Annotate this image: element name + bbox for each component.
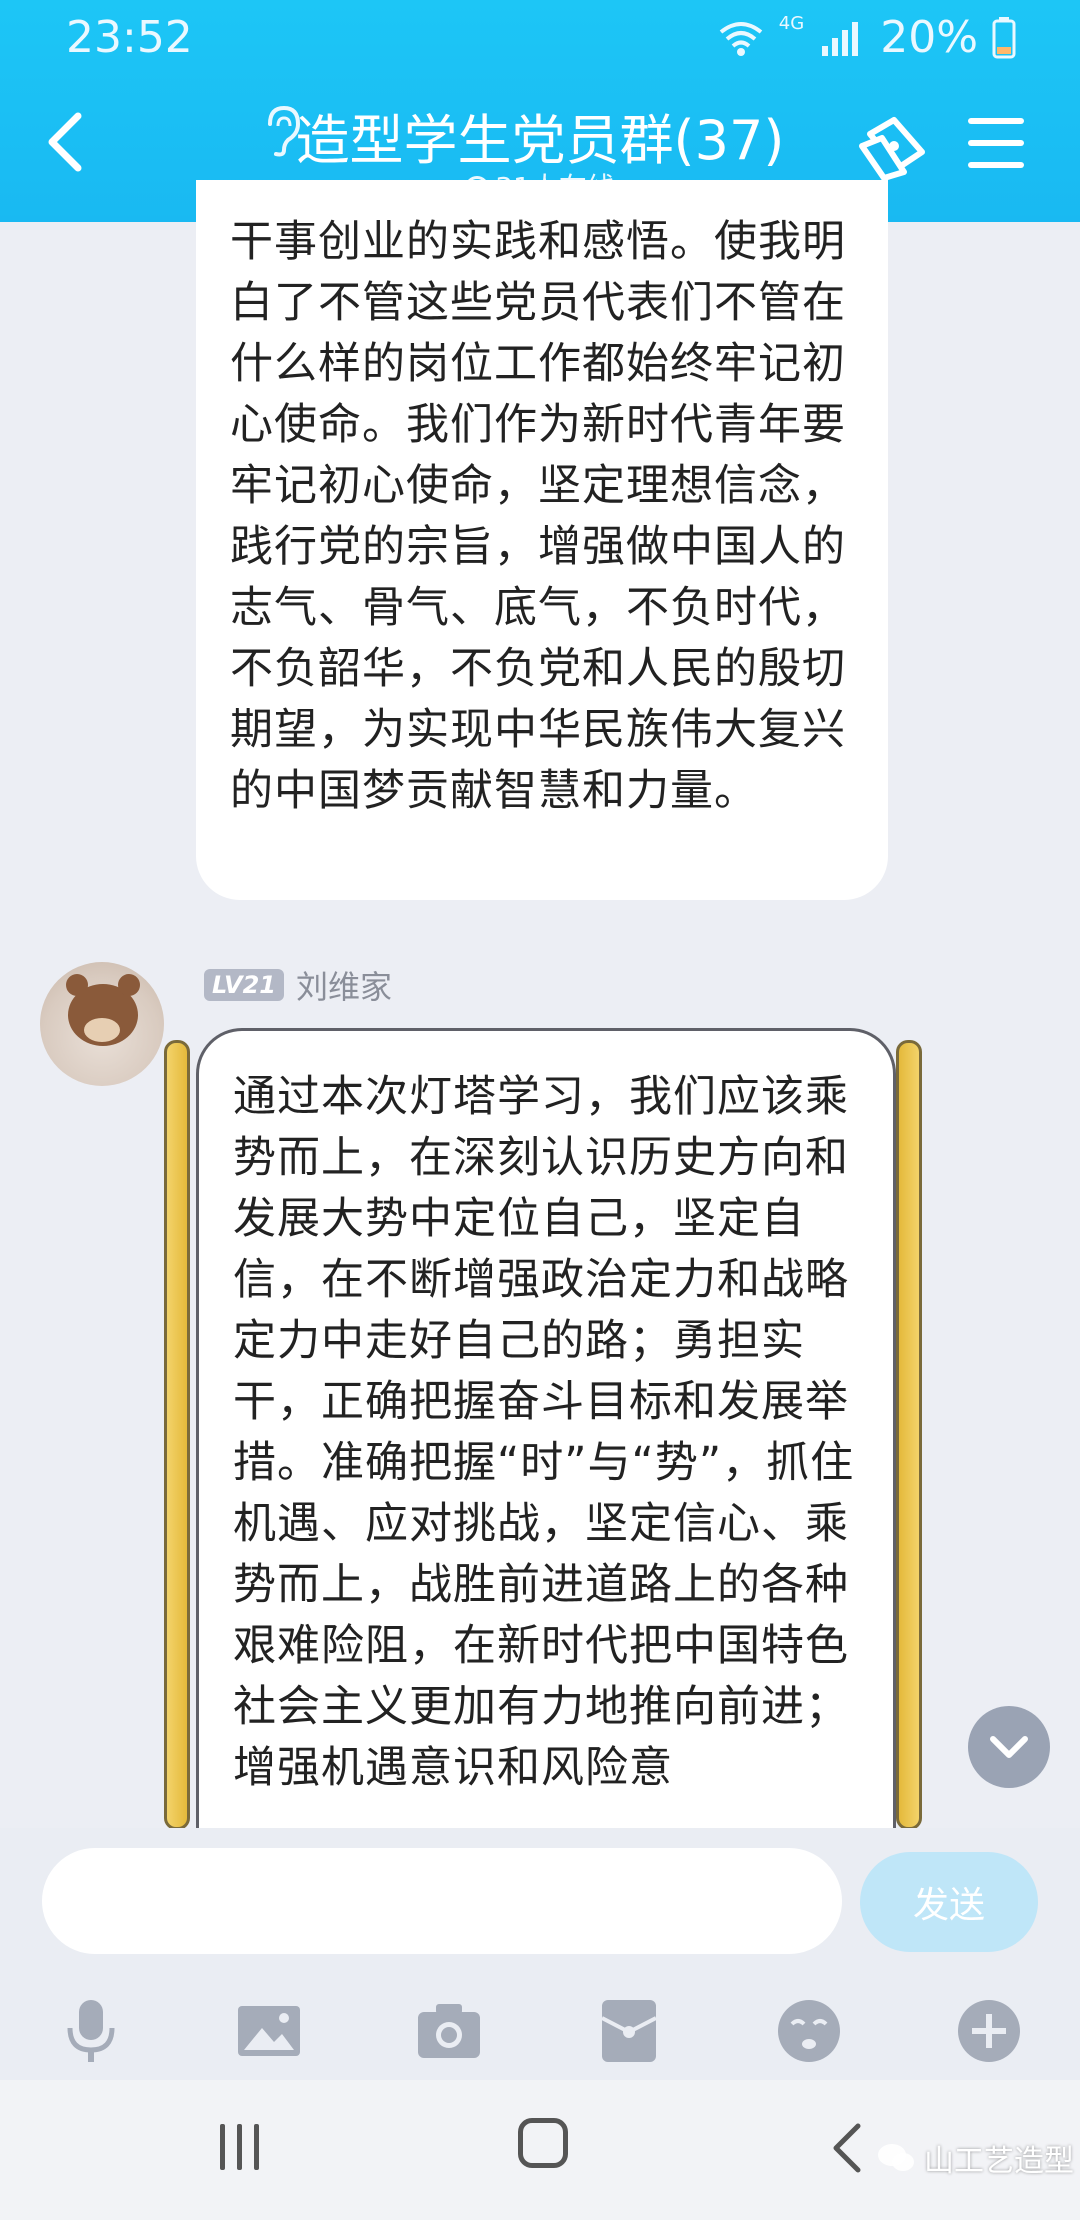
scroll-decoration-right (896, 1040, 922, 1830)
menu-icon[interactable] (968, 118, 1024, 170)
red-packet-icon[interactable] (596, 1998, 662, 2064)
sender-name[interactable]: 刘维家 (296, 962, 392, 1008)
battery-icon (992, 16, 1016, 58)
watermark: 山工艺造型 (876, 2136, 1074, 2180)
share-icon[interactable] (852, 112, 932, 182)
status-time: 23:52 (66, 12, 193, 63)
message-text: 通过本次灯塔学习，我们应该乘势而上，在深刻认识历史方向和发展大势中定位自己，坚定… (233, 1072, 855, 1793)
avatar[interactable] (40, 962, 164, 1086)
message-text: 干事创业的实践和感悟。使我明白了不管这些党员代表们不管在什么样的岗位工作都始终牢… (230, 217, 846, 816)
send-button[interactable]: 发送 (860, 1852, 1038, 1952)
plus-icon[interactable] (956, 1998, 1022, 2064)
message-input[interactable] (42, 1848, 842, 1954)
status-icons: 4G 20% (717, 12, 1016, 63)
nav-back-icon[interactable] (828, 2120, 868, 2176)
chat-title[interactable]: 造型学生党员群(37) (296, 109, 785, 172)
level-badge: LV21 (204, 969, 284, 1001)
home-icon[interactable] (518, 2118, 568, 2168)
emoji-icon[interactable] (776, 1998, 842, 2064)
signal-icon (822, 21, 859, 56)
battery-percent: 20% (880, 12, 978, 63)
watermark-text: 山工艺造型 (924, 2144, 1074, 2179)
system-nav-bar: 山工艺造型 (0, 2080, 1080, 2220)
input-bar: 发送 (0, 1828, 1080, 2080)
message-bubble[interactable]: 通过本次灯塔学习，我们应该乘势而上，在深刻认识历史方向和发展大势中定位自己，坚定… (196, 1028, 896, 1828)
microphone-icon[interactable] (58, 1998, 124, 2064)
wifi-icon (719, 21, 763, 56)
scroll-decoration-left (164, 1040, 190, 1830)
network-type: 4G (778, 13, 805, 34)
message-bubble[interactable]: 干事创业的实践和感悟。使我明白了不管这些党员代表们不管在什么样的岗位工作都始终牢… (196, 180, 888, 900)
input-toolbar (0, 1974, 1080, 2074)
image-icon[interactable] (236, 1998, 302, 2064)
sender-info: LV21 刘维家 (204, 962, 392, 1008)
wechat-icon (878, 2144, 914, 2171)
recent-apps-icon[interactable] (220, 2124, 259, 2170)
scroll-to-bottom-button[interactable] (968, 1706, 1050, 1788)
camera-icon[interactable] (416, 1998, 482, 2064)
chevron-down-icon (990, 1736, 1028, 1758)
